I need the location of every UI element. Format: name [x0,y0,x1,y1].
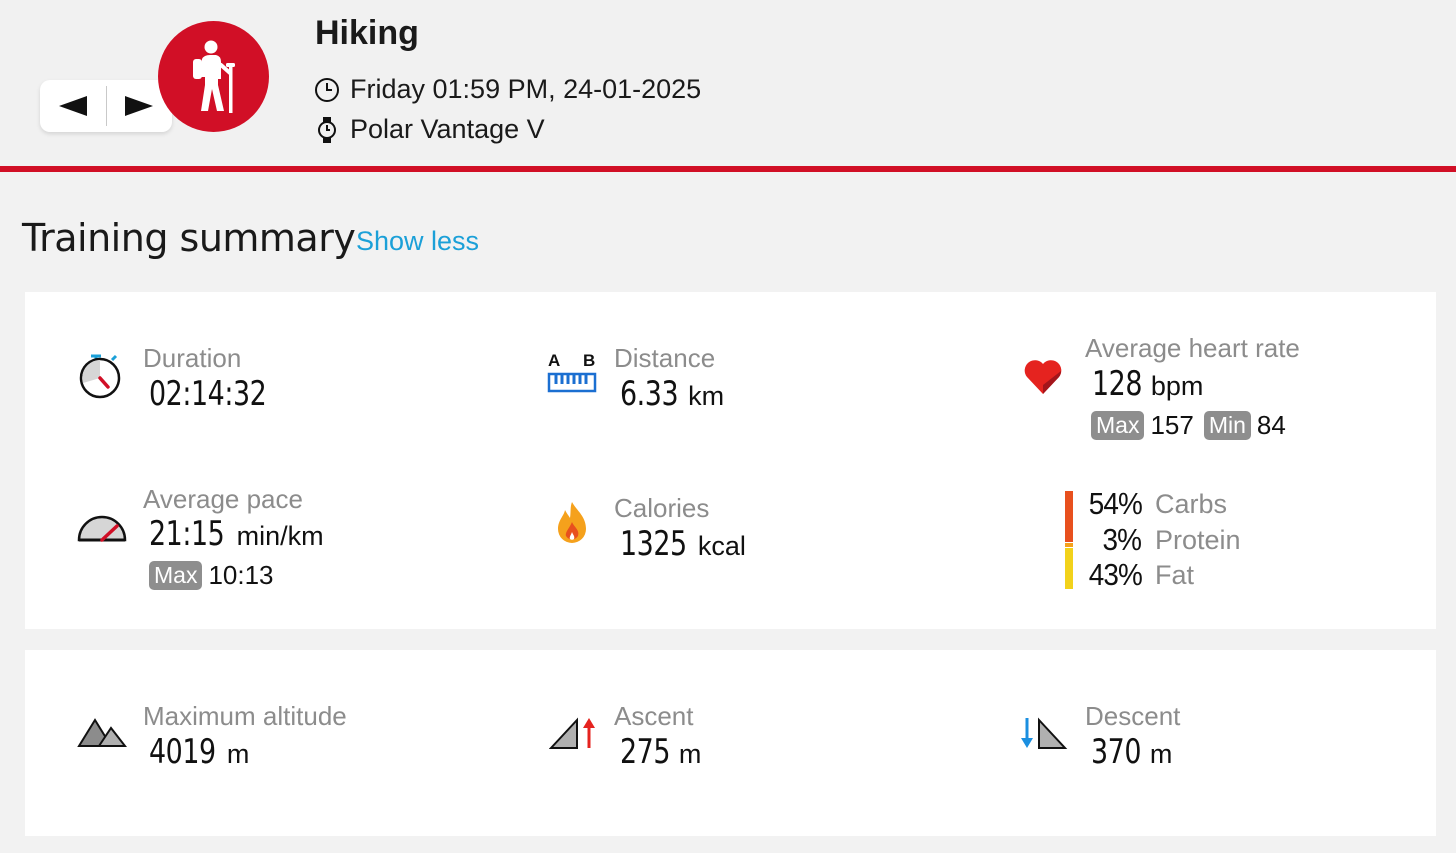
carbs-row: 54% Carbs [1083,486,1227,522]
pace-unit: min/km [236,521,324,551]
heart-rate-value-row: 128 bpm [1092,364,1203,404]
protein-row: 3% Protein [1083,522,1241,558]
pace-max-value: 10:13 [208,560,274,590]
fat-bar [1065,548,1073,589]
max-altitude-value-row: 4019 m [149,732,249,772]
protein-label: Protein [1155,524,1241,555]
altitude-card: Maximum altitude 4019 m Ascent 275 m Desce… [25,650,1436,836]
fat-percent: 43% [1088,557,1143,592]
carbs-label: Carbs [1155,488,1228,519]
mountain-icon [77,718,127,747]
ascent-value: 275 [620,732,671,772]
hiker-icon [192,40,235,113]
calories-unit: kcal [697,531,746,561]
heart-rate-max-value: 157 [1150,410,1194,440]
heart-rate-min-value: 84 [1256,410,1286,440]
workout-header: Hiking Friday 01:59 PM, 24-01-2025 Polar… [0,0,1456,166]
workout-date-text: Friday 01:59 PM, 24-01-2025 [350,74,702,104]
workout-datetime: Friday 01:59 PM, 24-01-2025 [314,74,701,105]
pace-range: Max 10:13 [149,560,274,591]
distance-unit: km [688,381,725,411]
sport-title: Hiking [315,14,419,52]
carbs-bar [1065,491,1073,542]
pace-value-row: 21:15 min/km [149,514,324,554]
ascent-label: Ascent [614,701,694,731]
max-altitude-unit: m [226,739,250,769]
heart-rate-value: 128 [1092,364,1143,404]
duration-value-row: 02:14:32 [149,374,282,414]
heart-rate-min-badge: Min [1203,411,1251,440]
distance-ruler-icon: A B [547,351,597,393]
workout-nav [40,80,172,132]
speedometer-icon [77,515,127,542]
sport-badge [158,21,269,132]
ascent-icon [549,717,595,749]
pace-max-badge: Max [149,561,203,590]
max-altitude-value: 4019 [149,732,216,772]
show-less-link[interactable]: Show less [356,226,479,257]
descent-unit: m [1149,739,1173,769]
fat-label: Fat [1155,559,1195,590]
ascent-value-row: 275 m [620,732,701,772]
watch-icon [318,116,336,143]
calories-value-row: 1325 kcal [620,524,746,564]
heart-rate-label: Average heart rate [1085,333,1300,363]
device-name-text: Polar Vantage V [350,114,545,144]
distance-icon-a: A [548,351,560,370]
distance-icon-b: B [583,351,595,370]
heart-rate-unit: bpm [1150,371,1204,401]
distance-value: 6.33 [620,374,679,414]
fat-row: 43% Fat [1083,557,1194,593]
workout-device: Polar Vantage V [314,114,545,145]
clock-icon [315,77,339,102]
distance-label: Distance [614,343,716,373]
heart-icon [1024,360,1062,394]
ascent-unit: m [678,739,702,769]
stopwatch-icon [79,354,121,399]
carbs-percent: 54% [1088,486,1143,521]
descent-value: 370 [1091,732,1142,772]
pace-value: 21:15 [149,514,225,554]
heart-rate-max-badge: Max [1091,411,1145,440]
calories-label: Calories [614,493,710,523]
descent-icon [1021,717,1068,749]
flame-icon [558,502,586,543]
protein-percent: 3% [1102,522,1141,557]
pace-label: Average pace [143,484,303,514]
duration-value: 02:14:32 [149,374,267,414]
previous-workout-button[interactable] [40,80,106,132]
header-divider [0,166,1456,172]
distance-value-row: 6.33 km [620,374,724,414]
descent-label: Descent [1085,701,1181,731]
arrow-right-icon [125,96,154,116]
calories-value: 1325 [620,524,687,564]
training-summary-title: Training summary [22,216,356,260]
max-altitude-label: Maximum altitude [143,701,347,731]
arrow-left-icon [58,96,87,116]
protein-bar [1065,543,1073,547]
heart-rate-range: Max 157 Min 84 [1091,410,1286,441]
duration-label: Duration [143,343,242,373]
summary-card: Duration 02:14:32 A B Distance 6.33 km Av… [25,292,1436,629]
descent-value-row: 370 m [1091,732,1172,772]
